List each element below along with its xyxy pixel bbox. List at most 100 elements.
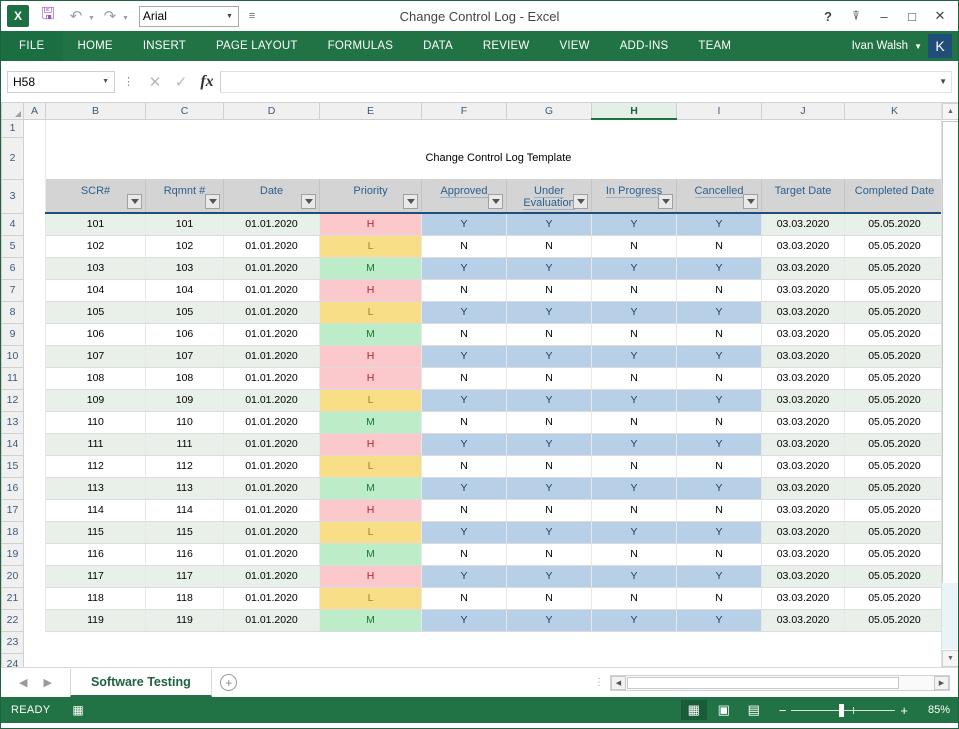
cell-completed-date[interactable]: 05.05.2020 [845,587,945,609]
cell-scr[interactable]: 118 [46,587,146,609]
cell-completed-date[interactable]: 05.05.2020 [845,345,945,367]
cell-rqmnt[interactable]: 113 [146,477,224,499]
cell-target-date[interactable]: 03.03.2020 [762,235,845,257]
scroll-left-icon[interactable]: ◀ [611,676,626,690]
cell-approved[interactable]: N [422,411,507,433]
cell-rqmnt[interactable]: 111 [146,433,224,455]
cell-cancelled[interactable]: N [677,367,762,389]
tab-team[interactable]: TEAM [683,31,746,61]
horizontal-scroll-thumb[interactable] [627,677,899,689]
cell-completed-date[interactable]: 05.05.2020 [845,213,945,235]
row-header-2[interactable]: 2 [2,137,24,179]
cell-scr[interactable]: 114 [46,499,146,521]
row-header-18[interactable]: 18 [2,521,24,543]
scroll-up-icon[interactable]: ▲ [942,103,959,120]
cell-A2[interactable] [24,137,46,179]
cell-approved[interactable]: Y [422,301,507,323]
cell-completed-date[interactable]: 05.05.2020 [845,521,945,543]
cell-A1[interactable] [24,119,46,137]
cell-approved[interactable]: N [422,367,507,389]
cell-rqmnt[interactable]: 106 [146,323,224,345]
redo-icon[interactable]: ↷ [97,4,123,28]
confirm-formula-icon[interactable]: ✓ [168,73,194,91]
row-header-22[interactable]: 22 [2,609,24,631]
cell-A7[interactable] [24,279,46,301]
cell-scr[interactable]: 108 [46,367,146,389]
cell-under-evaluation[interactable]: Y [507,565,592,587]
cell-target-date[interactable]: 03.03.2020 [762,565,845,587]
cell-scr[interactable]: 105 [46,301,146,323]
cell-approved[interactable]: N [422,587,507,609]
cell-under-evaluation[interactable]: Y [507,433,592,455]
split-handle[interactable]: ⋮ [594,677,610,688]
row-header-12[interactable]: 12 [2,389,24,411]
font-name-box[interactable]: Arial ▼ [139,6,239,27]
filter-dropdown-icon[interactable] [488,194,503,209]
cell-approved[interactable]: Y [422,565,507,587]
cell-priority[interactable]: H [320,213,422,235]
row-header-3[interactable]: 3 [2,179,24,213]
cell-in-progress[interactable]: Y [592,565,677,587]
page-layout-view-button[interactable]: ▣ [711,700,737,720]
cell-in-progress[interactable]: N [592,411,677,433]
cell-A12[interactable] [24,389,46,411]
cell-in-progress[interactable]: N [592,367,677,389]
cell-approved[interactable]: N [422,499,507,521]
cell-rqmnt[interactable]: 104 [146,279,224,301]
cell-in-progress[interactable]: Y [592,521,677,543]
cell-date[interactable]: 01.01.2020 [224,279,320,301]
row-header-23[interactable]: 23 [2,631,24,653]
cell-in-progress[interactable]: Y [592,345,677,367]
cell-date[interactable]: 01.01.2020 [224,367,320,389]
save-icon[interactable]: 🖫 [35,4,61,28]
cell-target-date[interactable]: 03.03.2020 [762,521,845,543]
cell-under-evaluation[interactable]: N [507,235,592,257]
cell-date[interactable]: 01.01.2020 [224,477,320,499]
cell-in-progress[interactable]: N [592,543,677,565]
cell-A16[interactable] [24,477,46,499]
avatar[interactable]: K [928,34,952,58]
cell-rqmnt[interactable]: 118 [146,587,224,609]
cell-target-date[interactable]: 03.03.2020 [762,499,845,521]
cell-in-progress[interactable]: N [592,455,677,477]
cell-cancelled[interactable]: N [677,323,762,345]
normal-view-button[interactable]: ▦ [681,700,707,720]
cell-date[interactable]: 01.01.2020 [224,455,320,477]
cell-cancelled[interactable]: Y [677,257,762,279]
filter-dropdown-icon[interactable] [573,194,588,209]
cell-A20[interactable] [24,565,46,587]
cell-under-evaluation[interactable]: N [507,587,592,609]
zoom-level[interactable]: 85% [920,704,950,716]
cell-cancelled[interactable]: Y [677,521,762,543]
cell-rqmnt[interactable]: 112 [146,455,224,477]
cell-under-evaluation[interactable]: Y [507,301,592,323]
cancel-formula-icon[interactable]: ✕ [142,73,168,91]
restore-button[interactable]: □ [898,2,926,30]
cell-cancelled[interactable]: N [677,587,762,609]
cell-under-evaluation[interactable]: Y [507,477,592,499]
cell-completed-date[interactable]: 05.05.2020 [845,257,945,279]
cell-under-evaluation[interactable]: N [507,455,592,477]
cell-priority[interactable]: M [320,411,422,433]
cell-completed-date[interactable]: 05.05.2020 [845,301,945,323]
cell-in-progress[interactable]: Y [592,257,677,279]
cell-under-evaluation[interactable]: N [507,323,592,345]
cell-priority[interactable]: H [320,499,422,521]
cell-rqmnt[interactable]: 101 [146,213,224,235]
cell-cancelled[interactable]: Y [677,213,762,235]
row-header-4[interactable]: 4 [2,213,24,235]
close-button[interactable]: ✕ [926,2,954,30]
cell-cancelled[interactable]: Y [677,433,762,455]
cell-target-date[interactable]: 03.03.2020 [762,455,845,477]
cell-scr[interactable]: 106 [46,323,146,345]
vertical-scrollbar[interactable]: ▲ ▼ [941,103,958,667]
column-header-E[interactable]: E [320,103,422,119]
cell-rqmnt[interactable]: 115 [146,521,224,543]
cell-in-progress[interactable]: Y [592,609,677,631]
cell-date[interactable]: 01.01.2020 [224,389,320,411]
cell-range-empty-23[interactable] [24,631,952,653]
cell-under-evaluation[interactable]: Y [507,345,592,367]
cell-priority[interactable]: L [320,455,422,477]
cell-target-date[interactable]: 03.03.2020 [762,543,845,565]
cell-A17[interactable] [24,499,46,521]
